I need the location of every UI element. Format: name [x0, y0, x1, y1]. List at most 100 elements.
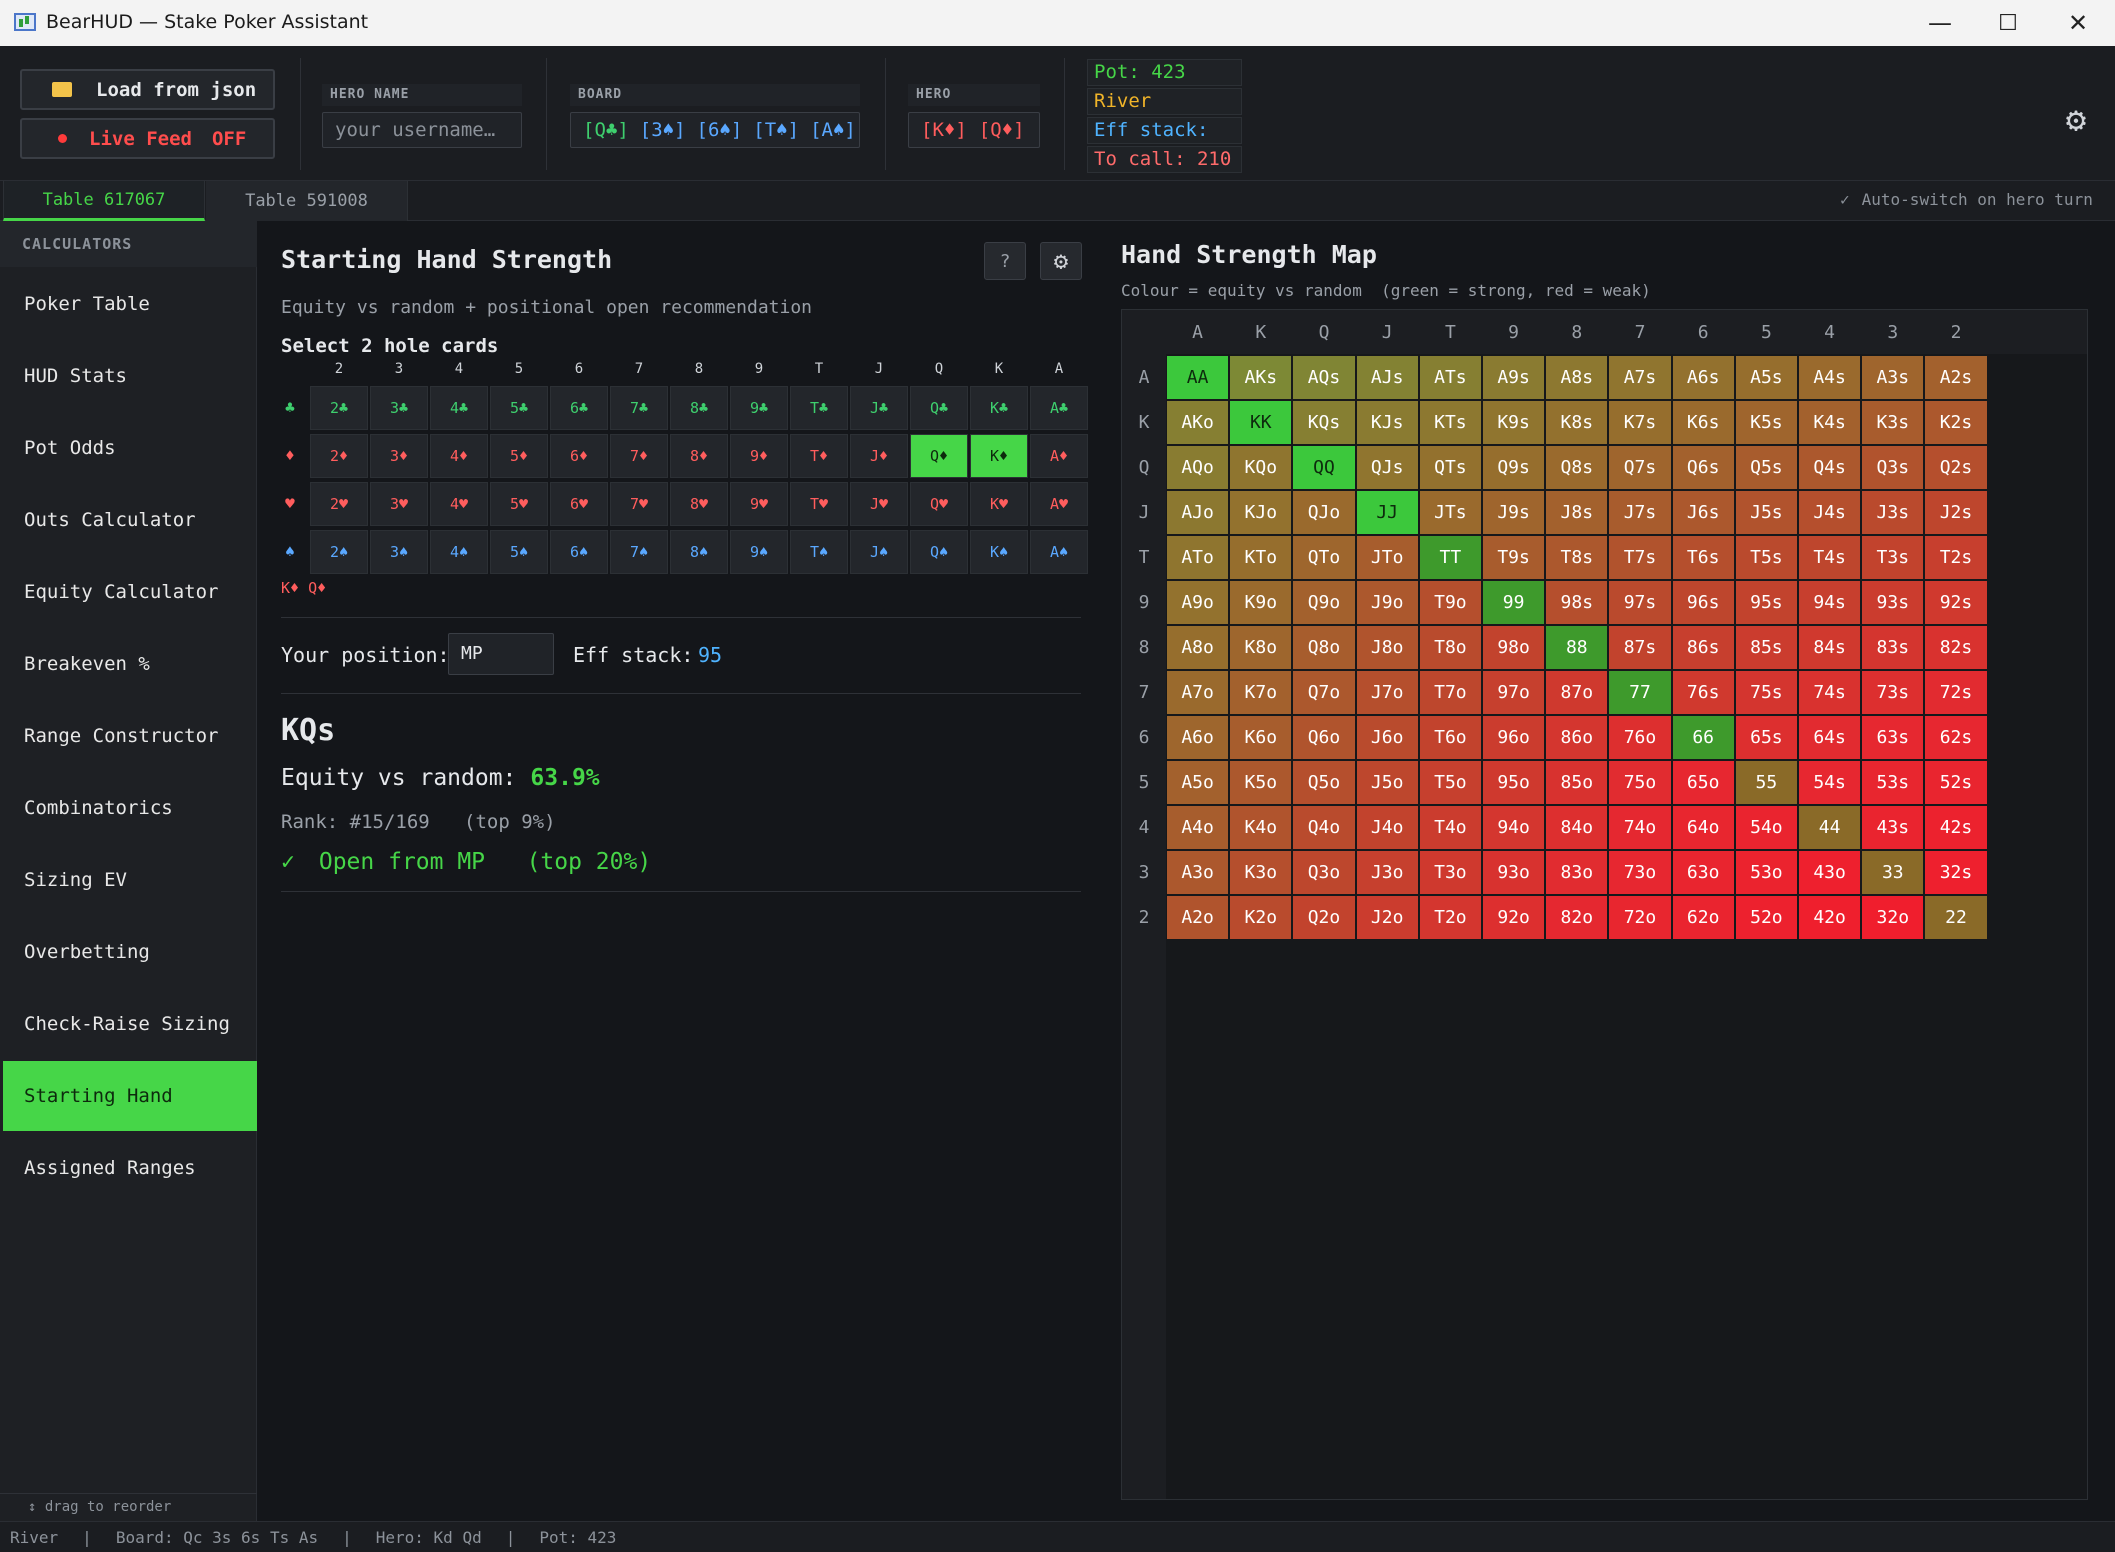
matrix-col-header: 8 — [1571, 321, 1583, 343]
position-select[interactable]: MP — [448, 633, 554, 675]
close-button[interactable]: ✕ — [2043, 0, 2113, 46]
card-button[interactable]: 8♠ — [670, 530, 728, 574]
matrix-cell: 64s — [1799, 716, 1861, 759]
rank-header: 3 — [394, 361, 404, 377]
sidebar-item-check-raise-sizing[interactable]: Check-Raise Sizing — [3, 989, 257, 1059]
card-button[interactable]: Q♣ — [910, 386, 968, 430]
matrix-cell: 66 — [1672, 716, 1734, 759]
card-button[interactable]: 9♠ — [730, 530, 788, 574]
card-button[interactable]: T♥ — [790, 482, 848, 526]
checkmark-icon: ✓ — [1840, 190, 1850, 209]
card-button[interactable]: Q♠ — [910, 530, 968, 574]
panel-settings-gear-icon[interactable]: ⚙ — [1040, 242, 1082, 280]
tab-table-617067[interactable]: Table 617067 — [3, 181, 205, 221]
card-button[interactable]: 2♠ — [310, 530, 368, 574]
card-button[interactable]: K♥ — [970, 482, 1028, 526]
card-button[interactable]: 2♣ — [310, 386, 368, 430]
card-button[interactable]: A♣ — [1030, 386, 1088, 430]
matrix-cell: KQs — [1293, 401, 1355, 444]
sidebar-item-breakeven[interactable]: Breakeven % — [3, 629, 257, 699]
card-button[interactable]: A♠ — [1030, 530, 1088, 574]
card-button[interactable]: 2♦ — [310, 434, 368, 478]
matrix-col-header: T — [1444, 321, 1456, 343]
sidebar-item-poker-table[interactable]: Poker Table — [3, 269, 257, 339]
toolbar-divider — [1064, 58, 1065, 170]
matrix-cell: T4o — [1419, 806, 1481, 849]
sidebar-item-equity-calculator[interactable]: Equity Calculator — [3, 557, 257, 627]
card-button[interactable]: 6♣ — [550, 386, 608, 430]
sidebar-item-outs-calculator[interactable]: Outs Calculator — [3, 485, 257, 555]
matrix-cell: QTs — [1419, 446, 1481, 489]
card-button[interactable]: 9♥ — [730, 482, 788, 526]
card-button[interactable]: 7♦ — [610, 434, 668, 478]
card-button[interactable]: Q♦ — [910, 434, 968, 478]
card-button[interactable]: Q♥ — [910, 482, 968, 526]
card-button[interactable]: 3♦ — [370, 434, 428, 478]
card-button[interactable]: 5♣ — [490, 386, 548, 430]
card-button[interactable]: 3♣ — [370, 386, 428, 430]
card-button[interactable]: 7♣ — [610, 386, 668, 430]
sidebar-item-range-constructor[interactable]: Range Constructor — [3, 701, 257, 771]
maximize-button[interactable]: ☐ — [1973, 0, 2043, 46]
card-button[interactable]: 4♦ — [430, 434, 488, 478]
card-button[interactable]: 4♠ — [430, 530, 488, 574]
card-button[interactable]: J♥ — [850, 482, 908, 526]
matrix-cell: K6o — [1230, 716, 1292, 759]
minimize-button[interactable]: — — [1905, 0, 1975, 46]
card-button[interactable]: 8♥ — [670, 482, 728, 526]
card-button[interactable]: A♦ — [1030, 434, 1088, 478]
card-button[interactable]: 6♥ — [550, 482, 608, 526]
card-button[interactable]: 9♣ — [730, 386, 788, 430]
matrix-cell: J2o — [1356, 896, 1418, 939]
matrix-cell: 97s — [1609, 581, 1671, 624]
matrix-cell: J8s — [1546, 491, 1608, 534]
matrix-cell: 53s — [1862, 761, 1924, 804]
matrix-cell: 95o — [1483, 761, 1545, 804]
card-button[interactable]: K♠ — [970, 530, 1028, 574]
card-button[interactable]: 3♥ — [370, 482, 428, 526]
card-button[interactable]: 4♣ — [430, 386, 488, 430]
card-button[interactable]: 5♥ — [490, 482, 548, 526]
card-button[interactable]: 8♦ — [670, 434, 728, 478]
sidebar-item-starting-hand[interactable]: Starting Hand — [3, 1061, 257, 1131]
settings-gear-icon[interactable]: ⚙ — [2058, 102, 2094, 138]
card-button[interactable]: T♠ — [790, 530, 848, 574]
card-button[interactable]: 5♠ — [490, 530, 548, 574]
card-button[interactable]: T♣ — [790, 386, 848, 430]
sidebar-item-overbetting[interactable]: Overbetting — [3, 917, 257, 987]
card-button[interactable]: 8♣ — [670, 386, 728, 430]
matrix-row-header: A — [1138, 367, 1150, 388]
card-button[interactable]: 6♦ — [550, 434, 608, 478]
sidebar-item-assigned-ranges[interactable]: Assigned Ranges — [3, 1133, 257, 1203]
card-button[interactable]: J♠ — [850, 530, 908, 574]
auto-switch-toggle[interactable]: ✓ Auto-switch on hero turn — [1840, 190, 2093, 209]
help-button[interactable]: ? — [984, 242, 1026, 280]
card-button[interactable]: 4♥ — [430, 482, 488, 526]
matrix-cell: 33 — [1862, 851, 1924, 894]
card-button[interactable]: 5♦ — [490, 434, 548, 478]
card-button[interactable]: 2♥ — [310, 482, 368, 526]
card-button[interactable]: 9♦ — [730, 434, 788, 478]
card-button[interactable]: J♦ — [850, 434, 908, 478]
sidebar-item-combinatorics[interactable]: Combinatorics — [3, 773, 257, 843]
sidebar-item-hud-stats[interactable]: HUD Stats — [3, 341, 257, 411]
card-button[interactable]: T♦ — [790, 434, 848, 478]
card-button[interactable]: K♦ — [970, 434, 1028, 478]
matrix-cell: 85s — [1735, 626, 1797, 669]
tab-table-591008[interactable]: Table 591008 — [206, 181, 408, 221]
sidebar-item-sizing-ev[interactable]: Sizing EV — [3, 845, 257, 915]
card-button[interactable]: J♣ — [850, 386, 908, 430]
sidebar-item-pot-odds[interactable]: Pot Odds — [3, 413, 257, 483]
card-button[interactable]: K♣ — [970, 386, 1028, 430]
matrix-cell: Q9s — [1483, 446, 1545, 489]
card-button[interactable]: 7♠ — [610, 530, 668, 574]
card-button[interactable]: 7♥ — [610, 482, 668, 526]
board-label: BOARD — [570, 84, 860, 106]
load-json-button[interactable]: Load from json — [20, 69, 275, 110]
card-button[interactable]: A♥ — [1030, 482, 1088, 526]
card-button[interactable]: 6♠ — [550, 530, 608, 574]
equity-line: Equity vs random: 63.9% — [281, 765, 600, 791]
live-feed-button[interactable]: Live Feed OFF — [20, 118, 275, 159]
hero-name-input[interactable]: your username… — [322, 112, 522, 148]
card-button[interactable]: 3♠ — [370, 530, 428, 574]
